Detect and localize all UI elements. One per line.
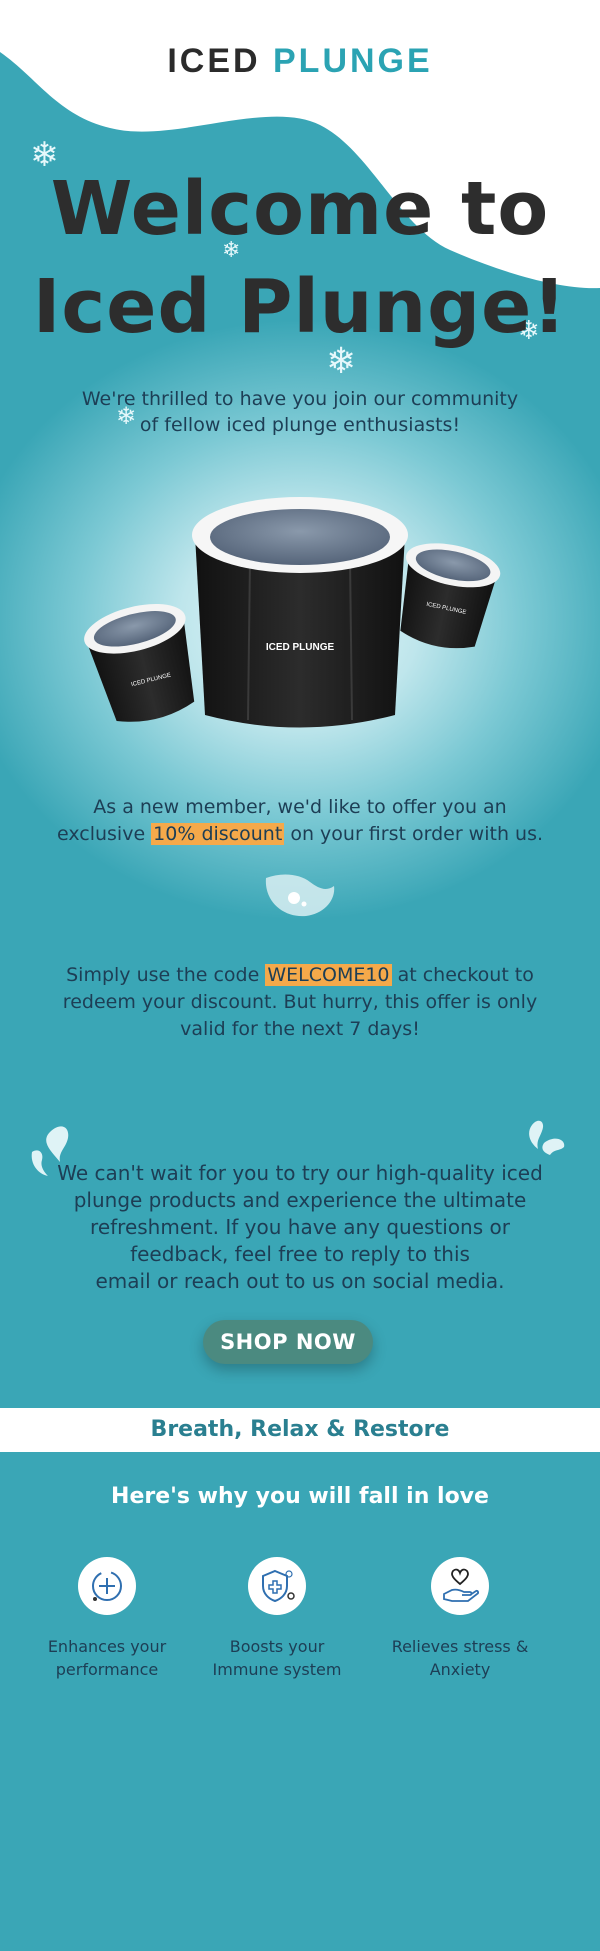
intro-line-1: We're thrilled to have you join our comm… [81, 388, 519, 410]
shop-now-button[interactable]: SHOP NOW [203, 1320, 373, 1364]
heart-hand-icon [431, 1557, 489, 1615]
tagline-band: Breath, Relax & Restore [0, 1408, 600, 1452]
feature-label-line-2: Anxiety [429, 1660, 491, 1679]
small-tub-left: ICED PLUNGE [84, 604, 195, 722]
closing-line-5: email or reach out to us on social media… [95, 1269, 505, 1293]
feature-label: Relieves stress & Anxiety [370, 1635, 550, 1681]
feature-label-line-1: Enhances your [47, 1637, 167, 1656]
offer-text: As a new member, we'd like to offer you … [40, 794, 560, 848]
product-image: ICED PLUNGE ICED PLUNGE ICED PLUNGE [84, 497, 501, 728]
feature-label-line-2: Immune system [212, 1660, 342, 1679]
offer-text-before: exclusive [56, 823, 152, 845]
closing-line-1: We can't wait for you to try our high-qu… [57, 1161, 543, 1185]
offer-line-1: As a new member, we'd like to offer you … [93, 796, 507, 818]
closing-line-3: refreshment. If you have any questions o… [90, 1215, 510, 1239]
brand-logo[interactable]: ICED PLUNGE [0, 42, 600, 81]
email-page: ICED PLUNGE ❄ ❄ ❄ ❄ ❄ Welcome to Iced Pl… [0, 0, 600, 1951]
code-line-1: Simply use the code WELCOME10 at checkou… [40, 962, 560, 989]
small-tub-right: ICED PLUNGE [400, 543, 501, 649]
code-line-3: valid for the next 7 days! [180, 1018, 420, 1040]
feature-label-line-1: Boosts your [229, 1637, 325, 1656]
logo-text-part1: IC [167, 42, 208, 80]
title-line-2: Iced Plunge! [32, 264, 568, 350]
offer-line-2: exclusive 10% discount on your first ord… [40, 821, 560, 848]
intro-text: We're thrilled to have you join our comm… [60, 386, 540, 438]
water-drop-icon [265, 874, 335, 917]
logo-text-part3: PLUNGE [273, 42, 433, 80]
code-line-2: redeem your discount. But hurry, this of… [62, 991, 538, 1013]
immune-shield-icon [248, 1557, 306, 1615]
closing-text: We can't wait for you to try our high-qu… [50, 1160, 550, 1295]
intro-line-2: of fellow iced plunge enthusiasts! [139, 414, 461, 436]
discount-highlight: 10% discount [151, 823, 285, 845]
feature-immune: Boosts your Immune system [187, 1557, 367, 1681]
feature-label-line-1: Relieves stress & [391, 1637, 529, 1656]
promo-code-text: Simply use the code WELCOME10 at checkou… [40, 962, 560, 1043]
closing-line-2: plunge products and experience the ultim… [73, 1188, 527, 1212]
tub-brand-label: ICED PLUNGE [266, 642, 335, 653]
feature-performance: Enhances your performance [17, 1557, 197, 1681]
title-line-1: Welcome to [50, 166, 550, 252]
offer-text-after: on your first order with us. [284, 823, 544, 845]
page-title: Welcome to Iced Plunge! [0, 160, 600, 356]
promo-code[interactable]: WELCOME10 [265, 964, 392, 986]
feature-stress-relief: Relieves stress & Anxiety [370, 1557, 550, 1681]
features-heading: Here's why you will fall in love [111, 1484, 489, 1509]
feature-label: Enhances your performance [17, 1635, 197, 1681]
large-tub-center: ICED PLUNGE [192, 497, 408, 728]
tagline-text: Breath, Relax & Restore [150, 1417, 450, 1442]
feature-label-line-2: performance [55, 1660, 159, 1679]
code-text-before: Simply use the code [66, 964, 266, 986]
feature-label: Boosts your Immune system [187, 1635, 367, 1681]
closing-line-4: feedback, feel free to reply to this [130, 1242, 470, 1266]
logo-text-part2: ED [207, 42, 261, 80]
code-text-after: at checkout to [391, 964, 534, 986]
performance-icon [78, 1557, 136, 1615]
